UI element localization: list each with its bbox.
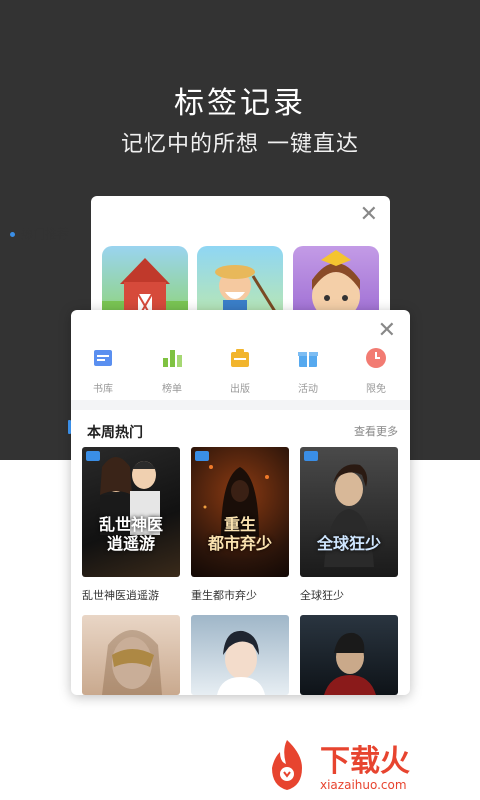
watermark-url: xiazaihuo.com: [320, 778, 407, 792]
nav-label: 限免: [366, 384, 386, 395]
book-card[interactable]: 乱世神医 逍遥游 乱世神医逍遥游: [82, 447, 180, 603]
cover-title: 乱世神医 逍遥游: [98, 514, 163, 553]
recommend-title-label: 热门推荐: [21, 227, 70, 241]
book-cover[interactable]: [191, 615, 289, 695]
hooded-figure-illustration: [203, 465, 269, 537]
couple-illustration: [100, 457, 160, 535]
publish-icon: [231, 349, 249, 367]
nav-free[interactable]: 限免: [346, 346, 406, 395]
nav-activity[interactable]: 活动: [278, 346, 338, 395]
book-title: 重生都市弃少: [191, 589, 257, 602]
page-title: 标签记录: [174, 86, 306, 121]
popup-card: ✕ 书库 榜单 出版 活动 限免 本周热门 查看更多 乱世神医 逍遥游 乱世神医…: [71, 310, 410, 695]
masked-woman-illustration: [102, 630, 162, 695]
divider: [71, 400, 410, 410]
more-link[interactable]: 查看更多: [354, 423, 398, 439]
section-dot-icon: [10, 232, 15, 237]
book-title: 全球狂少: [300, 589, 344, 602]
book-cover[interactable]: [82, 615, 180, 695]
nav-publish[interactable]: 出版: [210, 346, 270, 395]
page-subtitle: 记忆中的所想 一键直达: [121, 132, 359, 157]
close-icon[interactable]: ✕: [360, 204, 378, 226]
nav-bookshelf[interactable]: 书库: [73, 346, 133, 395]
cover-title: 全球狂少: [316, 533, 381, 553]
section-marker: [68, 420, 71, 434]
section-title: 本周热门: [87, 425, 143, 441]
gift-icon: [298, 352, 318, 367]
book-cover: 全球狂少: [300, 447, 398, 577]
book-cover[interactable]: [300, 615, 398, 695]
watermark-brand: 下载火: [320, 744, 410, 779]
watermark: 下载火 xiazaihuo.com: [258, 736, 458, 796]
book-card[interactable]: 全球狂少 全球狂少: [300, 447, 398, 603]
nav-label: 榜单: [162, 384, 182, 395]
nav-label: 出版: [230, 384, 250, 395]
close-icon[interactable]: ✕: [378, 320, 396, 342]
flame-logo-icon: [272, 740, 302, 790]
book-badge-icon: [195, 451, 209, 461]
cover-title: 重生 都市弃少: [207, 514, 272, 553]
nav-ranking[interactable]: 榜单: [142, 346, 202, 395]
recommend-title: 热门推荐: [10, 225, 69, 242]
book-badge-icon: [304, 451, 318, 461]
bookshelf-icon: [94, 350, 112, 366]
fighter-illustration: [324, 632, 376, 695]
book-badge-icon: [86, 451, 100, 461]
nav-label: 书库: [93, 384, 113, 395]
nav-label: 活动: [298, 384, 318, 395]
book-cover: 乱世神医 逍遥游: [82, 447, 180, 577]
ranking-icon: [163, 350, 182, 367]
book-title: 乱世神医逍遥游: [82, 589, 159, 602]
man-portrait-illustration: [324, 464, 374, 567]
young-man-illustration: [217, 630, 265, 695]
book-cover: 重生 都市弃少: [191, 447, 289, 577]
book-card[interactable]: 重生 都市弃少 重生都市弃少: [191, 447, 289, 603]
clock-icon: [366, 348, 386, 368]
